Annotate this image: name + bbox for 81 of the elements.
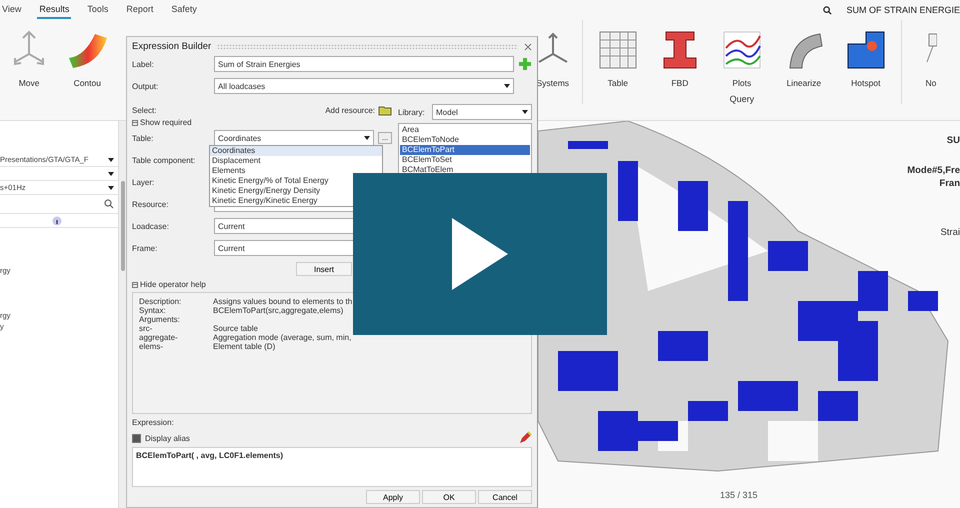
info-icon[interactable]: [52, 216, 62, 226]
add-resource-label: Add resource:: [325, 106, 375, 114]
menu-tab[interactable]: Report: [124, 1, 156, 19]
caret-icon: [522, 110, 528, 114]
caret-icon: [108, 172, 114, 176]
field-label: Table component:: [132, 156, 196, 164]
close-icon[interactable]: [524, 42, 532, 50]
ribbon-tool[interactable]: Plots: [710, 20, 773, 88]
help-term: Description:: [139, 297, 182, 306]
library-item[interactable]: Area: [400, 125, 530, 135]
display-alias-checkbox[interactable]: Display alias: [132, 434, 190, 442]
search-text: SUM OF STRAIN ENERGIE: [846, 5, 960, 15]
section-label: Select:: [132, 106, 156, 114]
help-text: Source table: [213, 324, 259, 333]
menu-tab[interactable]: View: [0, 1, 24, 19]
menu-tab[interactable]: Tools: [85, 1, 110, 19]
help-term: elems-: [139, 342, 164, 351]
dropdown-option[interactable]: Displacement: [210, 156, 382, 166]
ribbon-tool[interactable]: Linearize: [772, 20, 835, 88]
field-label: Table:: [132, 134, 154, 142]
caret-icon: [108, 158, 114, 162]
field-label: Library:: [398, 108, 426, 116]
play-icon: [450, 216, 510, 292]
show-required-toggle[interactable]: Show required: [132, 118, 192, 127]
help-term: src-: [139, 324, 154, 333]
menu-tab[interactable]: Safety: [169, 1, 199, 19]
help-term: Syntax:: [139, 306, 167, 315]
field-label: Layer:: [132, 178, 156, 186]
help-text: Element table (D): [213, 342, 276, 351]
dropdown-option[interactable]: Elements: [210, 166, 382, 176]
caret-icon: [108, 186, 114, 190]
frame-counter: 135 / 315: [720, 490, 758, 500]
ribbon-tool[interactable]: No: [902, 20, 960, 88]
caret-icon: [504, 84, 510, 88]
folder-icon[interactable]: [378, 104, 392, 116]
scrollbar-thumb[interactable]: [121, 181, 125, 271]
library-item[interactable]: BCElemToPart: [400, 145, 530, 155]
dropdown-option[interactable]: Coordinates: [210, 146, 382, 156]
field-label: Loadcase:: [132, 222, 170, 230]
field-dropdown[interactable]: Current: [214, 218, 354, 234]
legend-text: SU: [946, 135, 960, 146]
insert-button[interactable]: Insert: [296, 262, 352, 276]
field-label: Label:: [132, 60, 155, 68]
library-item[interactable]: BCElemToSet: [400, 155, 530, 165]
help-text: Assigns values bound to elements to th: [213, 297, 354, 306]
section-label: Expression:: [132, 418, 175, 427]
ribbon-tool[interactable]: Table: [586, 20, 649, 88]
dialog-button[interactable]: OK: [422, 490, 476, 504]
dialog-title: Expression Builder: [132, 41, 212, 52]
table-dropdown[interactable]: Coordinates: [214, 130, 374, 146]
help-text: BCElemToPart(src,aggregate,elems): [213, 306, 344, 315]
label-field[interactable]: Sum of Strain Energies: [214, 56, 514, 72]
group-label: Query: [730, 94, 754, 104]
operator-help-toggle[interactable]: Hide operator help: [132, 280, 206, 289]
output-dropdown[interactable]: All loadcases: [214, 78, 514, 94]
help-term: aggregate-: [139, 333, 179, 342]
dialog-button[interactable]: Apply: [366, 490, 420, 504]
field-label: Resource:: [132, 200, 170, 208]
field-label: Output:: [132, 82, 160, 90]
legend-text: Strai: [940, 227, 960, 238]
help-term: Arguments:: [139, 315, 181, 324]
legend-text: Mode#5,Fre: [907, 165, 960, 176]
expression-field[interactable]: BCElemToPart( , avg, LC0F1.elements): [132, 447, 532, 487]
search-icon: [104, 199, 114, 209]
field-dropdown[interactable]: Current: [214, 240, 354, 256]
library-item[interactable]: BCElemToNode: [400, 135, 530, 145]
library-item[interactable]: BCMatToElem: [400, 165, 530, 175]
caret-icon: [364, 136, 370, 140]
ribbon-tool[interactable]: FBD: [648, 20, 711, 88]
field-label: Frame:: [132, 244, 158, 252]
ribbon-tool[interactable]: Hotspot: [834, 20, 897, 88]
help-text: Aggregation mode (average, sum, min,: [213, 333, 352, 342]
dialog-button[interactable]: Cancel: [478, 490, 532, 504]
legend-text: Fran: [939, 178, 960, 189]
library-dropdown[interactable]: Model: [432, 104, 532, 120]
play-button[interactable]: [353, 173, 607, 335]
pencil-icon[interactable]: [518, 431, 532, 445]
ribbon-tool[interactable]: Move: [0, 20, 58, 88]
ribbon-tool[interactable]: Systems: [524, 20, 582, 88]
search-icon[interactable]: [823, 6, 832, 14]
ribbon-tool[interactable]: Contou: [58, 20, 116, 88]
